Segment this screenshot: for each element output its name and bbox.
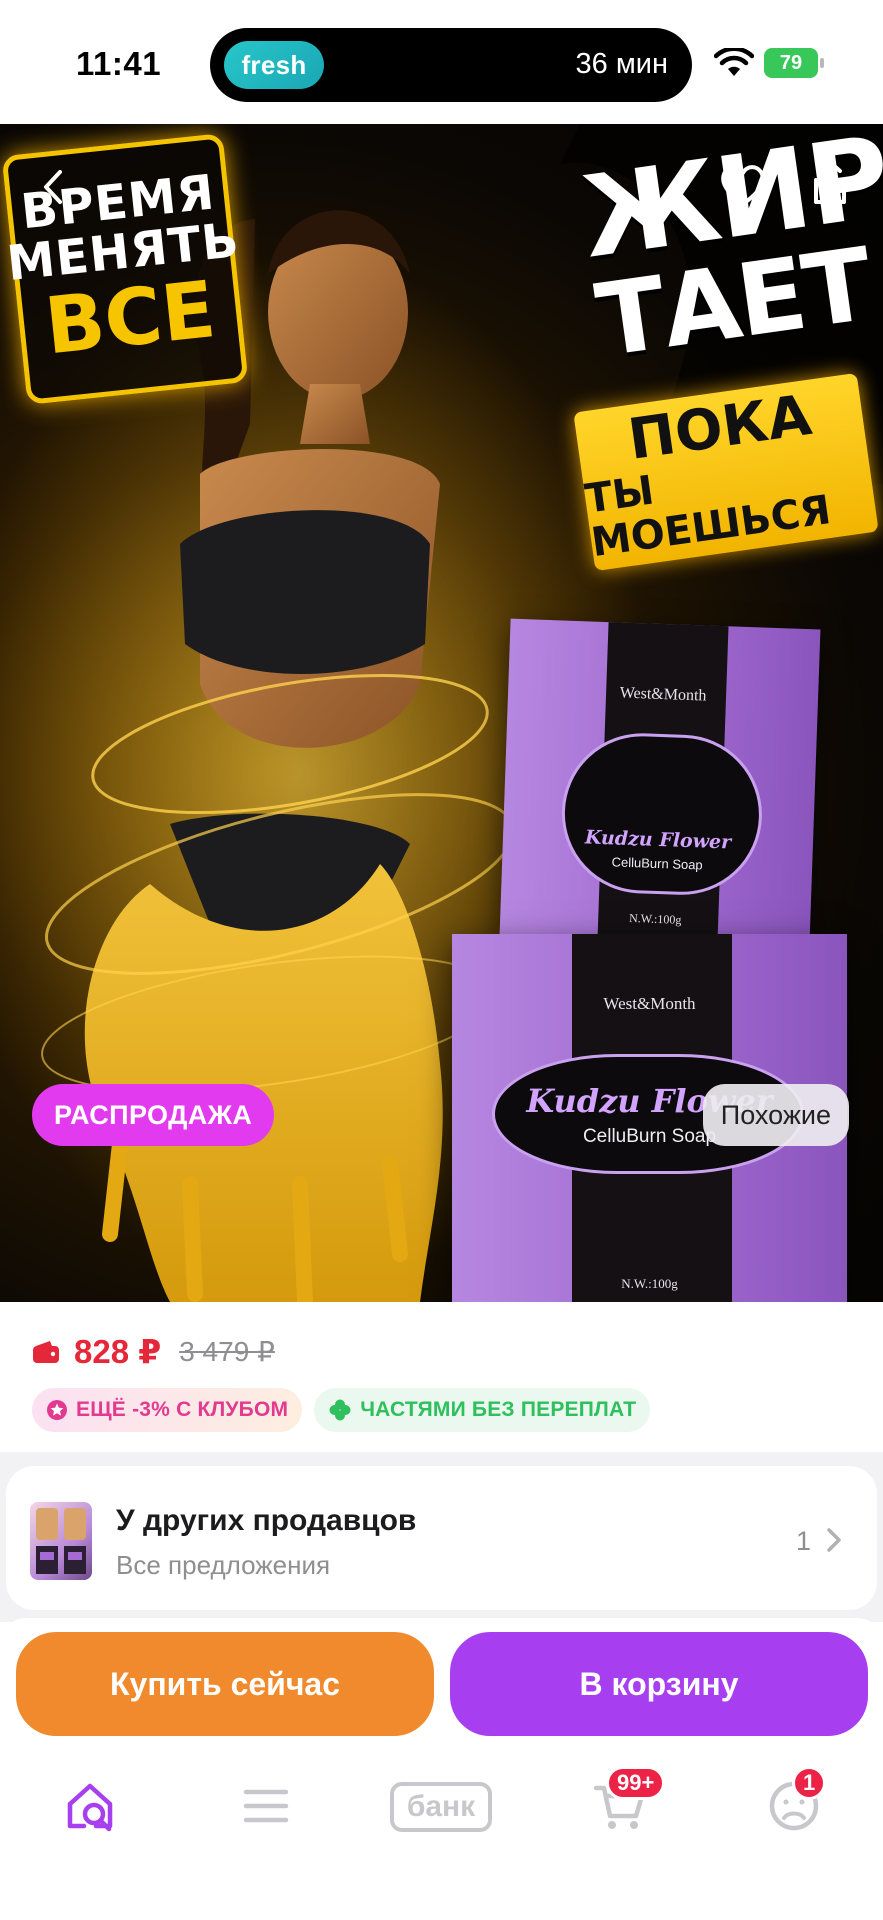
- price-section: 828 ₽ 3 479 ₽ ЕЩЁ -3% С КЛУБОМ ЧАСТЯМИ Б…: [0, 1302, 883, 1452]
- profile-badge: 1: [792, 1766, 827, 1800]
- sale-badge: РАСПРОДАЖА: [32, 1084, 275, 1146]
- bottom-tab-bar: банк 99+ 1: [0, 1742, 883, 1920]
- fresh-app-label: fresh: [241, 49, 307, 80]
- similar-button[interactable]: Похожие: [702, 1084, 849, 1146]
- add-to-cart-button[interactable]: В корзину: [450, 1632, 868, 1736]
- battery-icon: 79: [764, 48, 824, 78]
- home-search-icon: [67, 1783, 113, 1832]
- box-large-weight: N.W.:100g: [621, 1276, 678, 1291]
- club-discount-label: ЕЩЁ -3% С КЛУБОМ: [76, 1398, 289, 1421]
- catalog-menu-icon: [243, 1789, 289, 1823]
- wallet-icon: [33, 1340, 59, 1363]
- other-sellers-subtitle: Все предложения: [116, 1550, 331, 1580]
- price-old: 3 479 ₽: [179, 1336, 275, 1367]
- delivery-eta: 36 мин: [575, 48, 668, 80]
- purchase-action-bar: Купить сейчас В корзину: [0, 1618, 883, 1742]
- fresh-app-pill: fresh: [224, 41, 324, 89]
- buy-now-button[interactable]: Купить сейчас: [16, 1632, 434, 1736]
- product-box-small: West&Month Kudzu Flower CelluBurn Soap N…: [499, 618, 821, 948]
- other-sellers-count: 1: [795, 1526, 811, 1556]
- other-sellers-title: У других продавцов: [116, 1504, 417, 1537]
- club-star-icon: [46, 1399, 68, 1421]
- dynamic-island[interactable]: fresh 36 мин: [210, 28, 692, 102]
- battery-level: 79: [779, 52, 803, 74]
- price-current: 828 ₽: [74, 1333, 162, 1370]
- heart-icon[interactable]: [718, 162, 768, 208]
- tab-catalog[interactable]: [236, 1776, 296, 1836]
- other-sellers-card[interactable]: У других продавцов Все предложения 1: [6, 1466, 877, 1610]
- cart-badge: 99+: [606, 1766, 666, 1800]
- status-bar: 11:41 fresh 36 мин 79: [0, 0, 883, 124]
- wifi-icon: [714, 48, 754, 76]
- clover-icon: [328, 1398, 352, 1422]
- tab-bank[interactable]: банк: [390, 1782, 492, 1832]
- promo-chips: ЕЩЁ -3% С КЛУБОМ ЧАСТЯМИ БЕЗ ПЕРЕПЛАТ: [32, 1388, 651, 1432]
- bank-label: банк: [406, 1790, 476, 1823]
- box-large-brand: West&Month: [603, 994, 696, 1013]
- back-icon[interactable]: [36, 166, 70, 208]
- chevron-right-icon: [827, 1528, 841, 1552]
- seller-thumbnail: [30, 1502, 92, 1580]
- status-time: 11:41: [76, 45, 162, 82]
- slogan-line-3: ВСЕ: [40, 265, 220, 373]
- share-icon[interactable]: [808, 158, 852, 208]
- price-row: 828 ₽ 3 479 ₽: [32, 1332, 275, 1371]
- installments-label: ЧАСТЯМИ БЕЗ ПЕРЕПЛАТ: [360, 1398, 637, 1421]
- tab-home[interactable]: [62, 1776, 122, 1836]
- club-discount-chip[interactable]: ЕЩЁ -3% С КЛУБОМ: [32, 1388, 303, 1432]
- installments-chip[interactable]: ЧАСТЯМИ БЕЗ ПЕРЕПЛАТ: [314, 1388, 651, 1432]
